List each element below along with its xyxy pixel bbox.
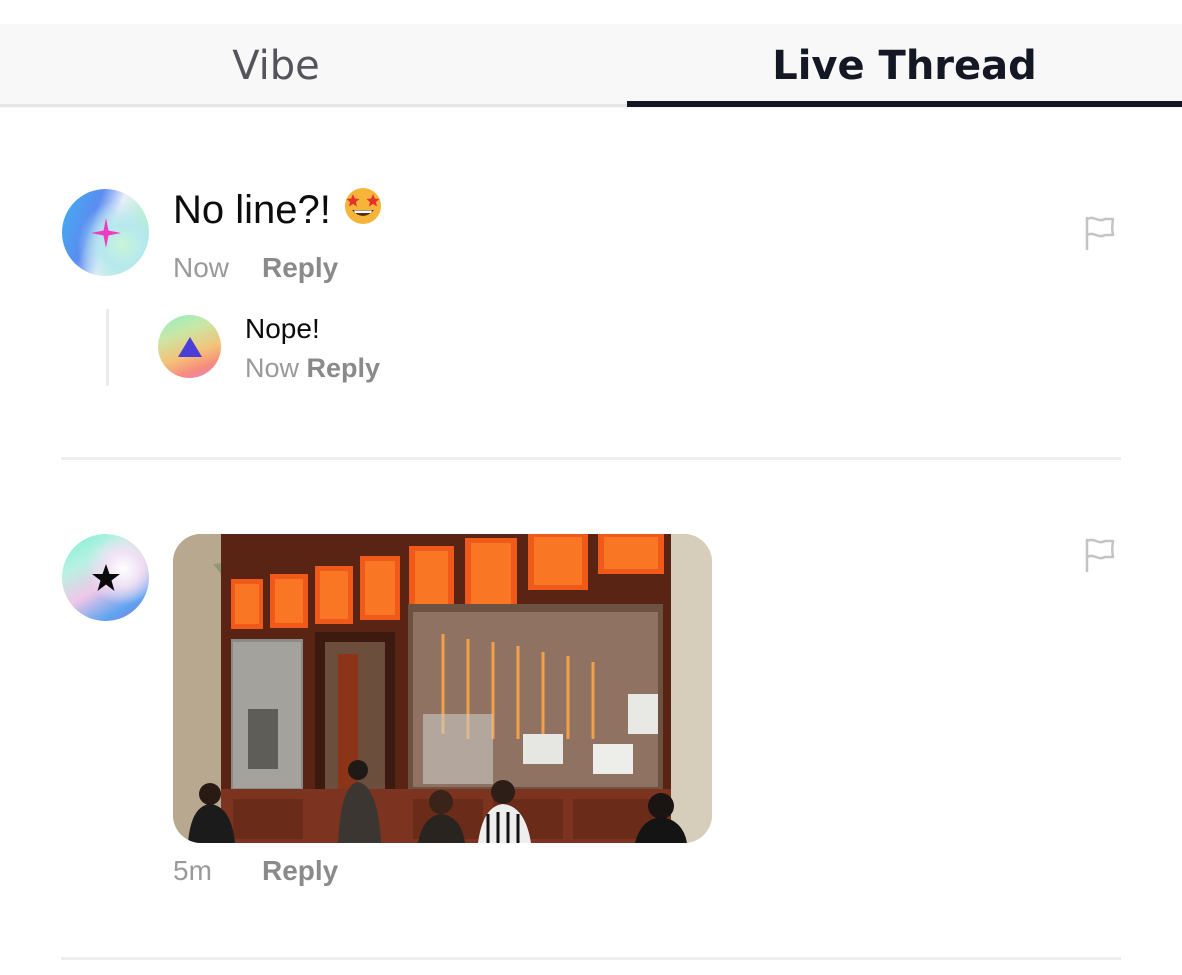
reply-button[interactable]: Reply [307, 353, 381, 383]
active-tab-indicator [627, 101, 1182, 107]
purple-triangle-icon [177, 336, 203, 358]
reply-button[interactable]: Reply [262, 252, 338, 284]
tab-underline [0, 104, 627, 107]
storefront-photo[interactable] [173, 534, 712, 843]
tab-live-thread[interactable]: Live Thread [627, 24, 1182, 108]
star-struck-emoji [343, 185, 383, 225]
tab-vibe[interactable]: Vibe [0, 24, 552, 108]
flag-icon[interactable] [1084, 215, 1116, 251]
reply-text: Nope! [245, 313, 320, 344]
comment-timestamp: 5m [173, 855, 212, 886]
comment-timestamp: Now [173, 252, 230, 283]
reply-meta: Now Reply [245, 353, 380, 384]
flag-icon[interactable] [1084, 537, 1116, 573]
tab-bar: Vibe Live Thread [0, 24, 1182, 108]
comment-text: No line?! [173, 184, 383, 236]
divider [61, 957, 1121, 960]
reply-timestamp: Now [245, 353, 300, 383]
avatar[interactable] [62, 534, 149, 621]
pink-sparkle-icon [90, 217, 121, 248]
black-star-icon [91, 563, 121, 593]
avatar[interactable] [158, 315, 221, 378]
divider [61, 457, 1121, 460]
reply-thread-line [106, 309, 109, 386]
reply-button[interactable]: Reply [262, 855, 338, 887]
avatar[interactable] [62, 189, 149, 276]
